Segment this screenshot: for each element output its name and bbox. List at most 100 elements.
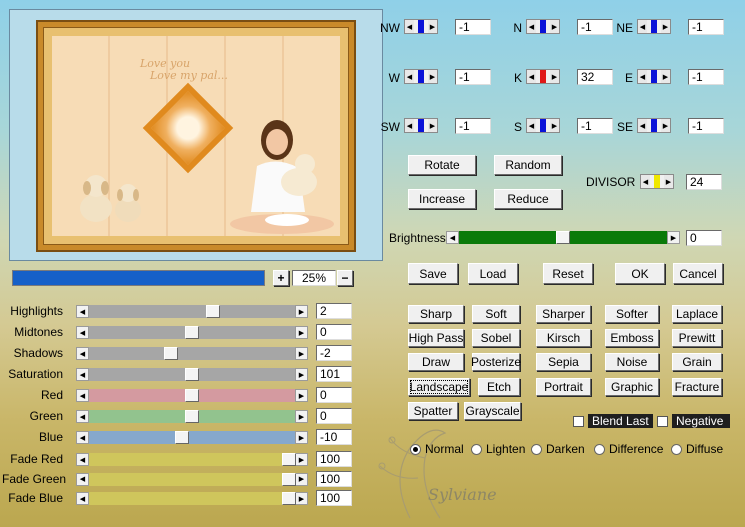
filter-high-pass-button[interactable]: High Pass <box>408 329 464 347</box>
right-arrow-icon[interactable]: ▶ <box>295 431 308 444</box>
random-button[interactable]: Random <box>494 155 562 175</box>
slider-thumb[interactable] <box>281 492 296 505</box>
dir-field-ne[interactable]: -1 <box>688 19 724 35</box>
tone-slider-fade-blue[interactable]: ◀ ▶ <box>76 492 308 505</box>
tone-slider-fade-red[interactable]: ◀ ▶ <box>76 453 308 466</box>
right-arrow-icon[interactable]: ▶ <box>661 119 670 132</box>
right-arrow-icon[interactable]: ▶ <box>428 119 437 132</box>
radio-dot[interactable] <box>410 443 421 455</box>
divisor-spinner[interactable]: ◀ ▶ <box>640 174 674 189</box>
right-arrow-icon[interactable]: ▶ <box>295 453 308 466</box>
left-arrow-icon[interactable]: ◀ <box>641 175 650 188</box>
tone-field-midtones[interactable]: 0 <box>316 324 352 340</box>
tone-slider-red[interactable]: ◀ ▶ <box>76 389 308 402</box>
left-arrow-icon[interactable]: ◀ <box>405 119 414 132</box>
filter-softer-button[interactable]: Softer <box>605 305 659 323</box>
spinner-thumb[interactable] <box>540 70 546 83</box>
filter-prewitt-button[interactable]: Prewitt <box>672 329 722 347</box>
reset-button[interactable]: Reset <box>543 263 593 284</box>
tone-slider-highlights[interactable]: ◀ ▶ <box>76 305 308 318</box>
slider-thumb[interactable] <box>164 347 179 360</box>
right-arrow-icon[interactable]: ▶ <box>428 20 437 33</box>
filter-emboss-button[interactable]: Emboss <box>605 329 659 347</box>
slider-thumb[interactable] <box>205 305 220 318</box>
filter-sepia-button[interactable]: Sepia <box>536 353 591 371</box>
load-button[interactable]: Load <box>468 263 518 284</box>
tone-field-fade-green[interactable]: 100 <box>316 470 352 487</box>
filter-graphic-button[interactable]: Graphic <box>605 378 659 396</box>
slider-thumb[interactable] <box>174 431 189 444</box>
zoom-value[interactable]: 25% <box>292 270 336 286</box>
right-arrow-icon[interactable]: ▶ <box>295 305 308 318</box>
filter-portrait-button[interactable]: Portrait <box>536 378 591 396</box>
left-arrow-icon[interactable]: ◀ <box>76 410 89 423</box>
spinner-thumb[interactable] <box>418 119 424 132</box>
radio-dot[interactable] <box>531 443 542 455</box>
filter-etch-button[interactable]: Etch <box>478 378 520 396</box>
spinner-thumb[interactable] <box>651 20 657 33</box>
brightness-slider[interactable]: ◀ ▶ <box>446 231 680 244</box>
dir-spinner-sw[interactable]: ◀ ▶ <box>404 118 438 133</box>
radio-dot[interactable] <box>594 443 605 455</box>
left-arrow-icon[interactable]: ◀ <box>405 20 414 33</box>
reduce-button[interactable]: Reduce <box>494 189 562 209</box>
tone-field-fade-red[interactable]: 100 <box>316 451 352 467</box>
left-arrow-icon[interactable]: ◀ <box>638 70 647 83</box>
filter-grain-button[interactable]: Grain <box>672 353 722 371</box>
right-arrow-icon[interactable]: ▶ <box>550 119 559 132</box>
spinner-thumb[interactable] <box>540 119 546 132</box>
radio-dot[interactable] <box>671 443 682 455</box>
mode-radio-difference[interactable]: Difference <box>594 442 663 456</box>
cancel-button[interactable]: Cancel <box>673 263 723 284</box>
left-arrow-icon[interactable]: ◀ <box>527 20 536 33</box>
slider-thumb[interactable] <box>185 368 199 381</box>
left-arrow-icon[interactable]: ◀ <box>76 368 89 381</box>
left-arrow-icon[interactable]: ◀ <box>76 492 89 505</box>
filter-kirsch-button[interactable]: Kirsch <box>536 329 591 347</box>
tone-slider-shadows[interactable]: ◀ ▶ <box>76 347 308 360</box>
slider-thumb[interactable] <box>185 326 199 339</box>
left-arrow-icon[interactable]: ◀ <box>76 389 89 402</box>
save-button[interactable]: Save <box>408 263 458 284</box>
divisor-thumb[interactable] <box>654 175 660 188</box>
tone-slider-blue[interactable]: ◀ ▶ <box>76 431 308 444</box>
ok-button[interactable]: OK <box>615 263 665 284</box>
right-arrow-icon[interactable]: ▶ <box>295 326 308 339</box>
dir-spinner-n[interactable]: ◀ ▶ <box>526 19 560 34</box>
slider-thumb[interactable] <box>281 472 296 486</box>
right-arrow-icon[interactable]: ▶ <box>661 20 670 33</box>
left-arrow-icon[interactable]: ◀ <box>76 453 89 466</box>
radio-dot[interactable] <box>471 443 482 455</box>
spinner-thumb[interactable] <box>651 70 657 83</box>
negative-checkbox[interactable]: Negative <box>657 414 730 428</box>
left-arrow-icon[interactable]: ◀ <box>76 431 89 444</box>
slider-thumb[interactable] <box>185 410 199 423</box>
left-arrow-icon[interactable]: ◀ <box>527 119 536 132</box>
right-arrow-icon[interactable]: ▶ <box>295 492 308 505</box>
dir-spinner-w[interactable]: ◀ ▶ <box>404 69 438 84</box>
tone-field-fade-blue[interactable]: 100 <box>316 490 352 506</box>
increase-button[interactable]: Increase <box>408 189 476 209</box>
right-arrow-icon[interactable]: ▶ <box>295 368 308 381</box>
left-arrow-icon[interactable]: ◀ <box>638 20 647 33</box>
right-arrow-icon[interactable]: ▶ <box>664 175 673 188</box>
dir-spinner-s[interactable]: ◀ ▶ <box>526 118 560 133</box>
slider-thumb[interactable] <box>185 389 199 402</box>
tone-field-green[interactable]: 0 <box>316 408 352 424</box>
brightness-field[interactable]: 0 <box>686 230 722 246</box>
right-arrow-icon[interactable]: ▶ <box>295 472 308 486</box>
dir-field-se[interactable]: -1 <box>688 118 724 134</box>
dir-spinner-se[interactable]: ◀ ▶ <box>637 118 671 133</box>
checkbox-box[interactable] <box>573 415 584 427</box>
dir-spinner-k[interactable]: ◀ ▶ <box>526 69 560 84</box>
zoom-out-button[interactable]: − <box>337 270 353 286</box>
filter-posterize-button[interactable]: Posterize <box>471 353 521 371</box>
tone-slider-saturation[interactable]: ◀ ▶ <box>76 368 308 381</box>
blend-last-checkbox[interactable]: Blend Last <box>573 414 653 428</box>
tone-slider-green[interactable]: ◀ ▶ <box>76 410 308 423</box>
checkbox-box[interactable] <box>657 415 668 427</box>
tone-field-shadows[interactable]: -2 <box>316 345 352 361</box>
tone-field-saturation[interactable]: 101 <box>316 366 352 382</box>
mode-radio-darken[interactable]: Darken <box>531 442 585 456</box>
filter-soft-button[interactable]: Soft <box>472 305 520 323</box>
